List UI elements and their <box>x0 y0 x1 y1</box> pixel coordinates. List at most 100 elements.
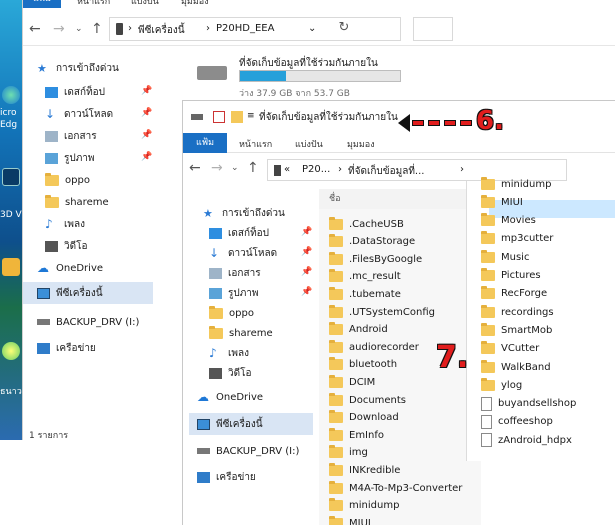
forward-arrow-icon[interactable]: → <box>211 160 223 176</box>
nav-this-pc[interactable]: พีซีเครื่องนี้ <box>37 283 103 303</box>
list-item[interactable]: WalkBand <box>481 358 551 376</box>
nav-onedrive[interactable]: ☁ OneDrive <box>197 387 263 407</box>
list-item[interactable]: mp3cutter <box>481 230 553 248</box>
app-icon[interactable] <box>2 342 20 360</box>
nav-shareme[interactable]: shareme <box>45 192 109 212</box>
tab-home[interactable]: หน้าแรก <box>77 0 110 8</box>
pin-icon[interactable]: 📌 <box>301 267 312 277</box>
list-item[interactable]: INKredible <box>329 461 400 479</box>
list-item[interactable]: RecForge <box>481 285 547 303</box>
nav-network[interactable]: เครือข่าย <box>37 338 96 358</box>
nav-music[interactable]: ♪ เพลง <box>45 214 85 234</box>
nav-network[interactable]: เครือข่าย <box>197 467 256 487</box>
list-item[interactable]: Music <box>481 248 529 266</box>
pin-icon[interactable]: 📌 <box>301 227 312 237</box>
nav-shareme[interactable]: shareme <box>209 323 273 343</box>
list-item[interactable]: minidump <box>329 497 399 515</box>
tab-home[interactable]: หน้าแรก <box>239 137 272 151</box>
list-item[interactable]: DCIM <box>329 373 375 391</box>
list-item[interactable]: bluetooth <box>329 356 397 374</box>
refresh-icon[interactable]: ↻ <box>332 17 356 41</box>
up-arrow-icon[interactable]: ↑ <box>247 160 259 176</box>
list-item[interactable]: coffeeshop <box>481 413 553 431</box>
nav-desktop[interactable]: เดสก์ท็อป <box>45 82 105 102</box>
list-item[interactable]: SmartMob <box>481 321 552 339</box>
checkbox-icon[interactable] <box>213 111 225 123</box>
nav-backup-drive[interactable]: BACKUP_DRV (I:) <box>37 312 139 332</box>
list-item[interactable]: .mc_result <box>329 268 401 286</box>
up-arrow-icon[interactable]: ↑ <box>91 21 103 37</box>
nav-downloads[interactable]: ↓ ดาวน์โหลด <box>209 243 277 263</box>
pin-icon[interactable]: 📌 <box>141 130 152 140</box>
tab-file[interactable]: แฟ้ม <box>183 133 227 153</box>
search-input[interactable] <box>413 17 453 41</box>
pin-icon[interactable]: 📌 <box>301 247 312 257</box>
list-item[interactable]: buyandsellshop <box>481 395 576 413</box>
app-icon[interactable] <box>2 168 20 186</box>
recent-chevron-icon[interactable]: ⌄ <box>75 24 83 34</box>
edge-icon[interactable] <box>2 86 20 104</box>
pin-icon[interactable]: 📌 <box>301 287 312 297</box>
back-arrow-icon[interactable]: ← <box>29 21 41 37</box>
column-header-name[interactable]: ชื่อ <box>319 189 479 209</box>
nav-videos[interactable]: วิดีโอ <box>45 236 88 256</box>
tab-share[interactable]: แบ่งปัน <box>295 137 323 151</box>
recent-chevron-icon[interactable]: ⌄ <box>231 163 239 173</box>
tab-view[interactable]: มุมมอง <box>181 0 209 8</box>
list-item[interactable]: MIUI <box>329 514 371 525</box>
arrow-dash <box>444 120 456 126</box>
tab-share[interactable]: แบ่งปัน <box>131 0 159 8</box>
list-item[interactable]: .UTSystemConfig <box>329 303 435 321</box>
breadcrumb-pc[interactable]: พีซีเครื่องนี้ <box>138 23 185 38</box>
list-item[interactable]: Download <box>329 409 399 427</box>
list-item[interactable]: .DataStorage <box>329 233 415 251</box>
tab-view[interactable]: มุมมอง <box>347 137 375 151</box>
list-item[interactable]: .CacheUSB <box>329 215 404 233</box>
nav-music[interactable]: ♪ เพลง <box>209 343 249 363</box>
back-arrow-icon[interactable]: ← <box>189 160 201 176</box>
list-item[interactable]: img <box>329 444 368 462</box>
nav-this-pc[interactable]: พีซีเครื่องนี้ <box>197 414 263 434</box>
list-item[interactable]: Movies <box>481 212 536 230</box>
list-item[interactable]: .tubemate <box>329 285 401 303</box>
list-item[interactable]: M4A-To-Mp3-Converter <box>329 479 462 497</box>
forward-arrow-icon[interactable]: → <box>53 21 65 37</box>
nav-downloads[interactable]: ↓ ดาวน์โหลด <box>45 104 113 124</box>
list-item[interactable]: recordings <box>481 303 554 321</box>
list-item[interactable]: Android <box>329 321 388 339</box>
nav-backup-drive[interactable]: BACKUP_DRV (I:) <box>197 441 299 461</box>
pin-icon[interactable]: 📌 <box>141 152 152 162</box>
app-icon[interactable] <box>2 258 20 276</box>
breadcrumb-storage[interactable]: ที่จัดเก็บข้อมูลที่... <box>348 164 424 179</box>
nav-desktop[interactable]: เดสก์ท็อป <box>209 223 269 243</box>
list-item[interactable]: zAndroid_hdpx <box>481 431 572 449</box>
nav-onedrive[interactable]: ☁ OneDrive <box>37 258 103 278</box>
list-item[interactable]: audiorecorder <box>329 338 419 356</box>
list-item[interactable]: EmInfo <box>329 426 384 444</box>
nav-oppo[interactable]: oppo <box>45 170 90 190</box>
breadcrumb-device[interactable]: P20... <box>302 164 330 175</box>
dropdown-chevron-icon[interactable]: ⌄ <box>308 23 316 34</box>
pin-icon[interactable]: 📌 <box>141 108 152 118</box>
list-item[interactable]: Documents <box>329 391 406 409</box>
nav-pictures[interactable]: รูปภาพ <box>45 148 95 168</box>
nav-pictures[interactable]: รูปภาพ <box>209 283 259 303</box>
nav-documents[interactable]: เอกสาร <box>209 263 261 283</box>
address-bar[interactable]: › พีซีเครื่องนี้ › P20HD_EEA ⌄ ↻ <box>109 17 401 41</box>
nav-quick-access[interactable]: ★ การเข้าถึงด่วน <box>37 58 119 78</box>
pin-icon[interactable]: 📌 <box>141 86 152 96</box>
nav-oppo[interactable]: oppo <box>209 303 254 323</box>
tab-file[interactable]: แฟ้ม <box>23 0 61 8</box>
list-item[interactable]: Pictures <box>481 267 541 285</box>
nav-documents[interactable]: เอกสาร <box>45 126 97 146</box>
list-item[interactable]: MIUI <box>481 193 523 211</box>
nav-quick-access[interactable]: ★ การเข้าถึงด่วน <box>203 203 285 223</box>
dropdown-icon[interactable]: ≡ <box>247 111 259 123</box>
list-item[interactable]: minidump <box>481 175 551 193</box>
overflow-chevron[interactable]: « <box>284 164 290 175</box>
breadcrumb-device[interactable]: P20HD_EEA <box>216 23 274 34</box>
nav-videos[interactable]: วิดีโอ <box>209 363 252 383</box>
list-item[interactable]: .FilesByGoogle <box>329 250 422 268</box>
list-item[interactable]: VCutter <box>481 340 539 358</box>
list-item[interactable]: ylog <box>481 376 522 394</box>
